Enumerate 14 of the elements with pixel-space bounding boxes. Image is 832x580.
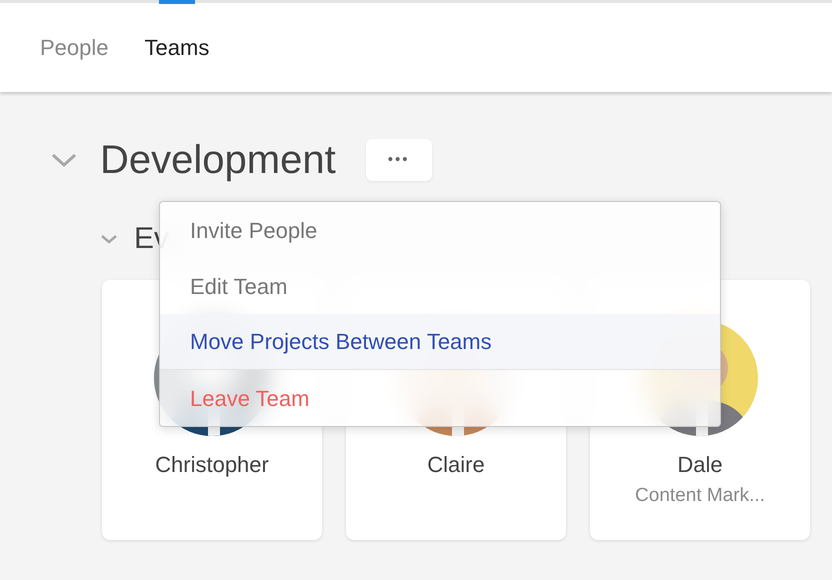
menu-item[interactable]: Move Projects Between Teams	[160, 314, 720, 370]
menu-item[interactable]: Edit Team	[160, 258, 720, 314]
subteam-heading: Ev	[134, 224, 170, 254]
member-name: Christopher	[155, 451, 269, 479]
member-role: Content Mark...	[635, 484, 765, 508]
team-heading: Development	[100, 140, 336, 180]
member-name: Claire	[427, 451, 485, 479]
tab[interactable]: People	[40, 3, 109, 92]
tab[interactable]: Teams	[144, 3, 210, 92]
menu-item[interactable]: Leave Team	[160, 370, 720, 426]
chevron-icon[interactable]	[100, 233, 118, 245]
member-name: Dale	[677, 451, 723, 479]
more-button[interactable]: •••	[366, 139, 432, 181]
chevron-icon[interactable]	[50, 152, 78, 168]
